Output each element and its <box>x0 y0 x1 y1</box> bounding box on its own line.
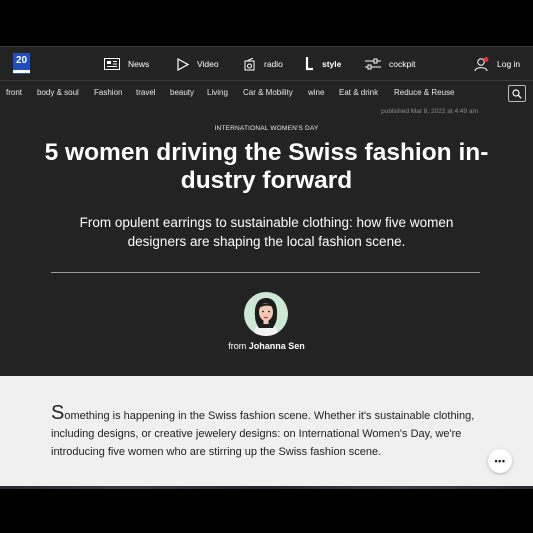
divider <box>51 272 480 273</box>
byline: from Johanna Sen <box>0 341 533 351</box>
more-options-button[interactable]: ••• <box>488 449 512 473</box>
lead-line-2: designers are shaping the local fashion … <box>127 234 406 249</box>
byline-prefix: from <box>228 341 247 351</box>
section-eat-drink[interactable]: Eat & drink <box>339 88 378 97</box>
logo-text: 20 <box>15 55 28 66</box>
article-intro: Something is happening in the Swiss fash… <box>51 403 481 461</box>
style-icon <box>305 57 313 71</box>
search-icon <box>512 88 522 99</box>
user-icon <box>474 56 489 71</box>
nav-cockpit-label: cockpit <box>389 59 416 69</box>
headline-line-1: 5 women driving the Swiss fashion in- <box>44 139 489 166</box>
more-icon: ••• <box>494 456 506 466</box>
section-reduce-reuse[interactable]: Reduce & Reuse <box>394 88 454 97</box>
author-name[interactable]: Johanna Sen <box>249 341 305 351</box>
image-preview-strip <box>0 486 533 489</box>
section-fashion[interactable]: Fashion <box>94 88 122 97</box>
intro-text: omething is happening in the Swiss fashi… <box>51 410 475 458</box>
section-navigation: front body & soul Fashion travel beauty … <box>0 80 533 104</box>
drop-cap: S <box>51 402 65 424</box>
nav-cockpit[interactable]: cockpit <box>365 47 415 81</box>
article-body: Something is happening in the Swiss fash… <box>0 376 533 486</box>
section-front[interactable]: front <box>6 88 22 97</box>
nav-radio[interactable]: radio <box>244 47 283 81</box>
section-travel[interactable]: travel <box>136 88 156 97</box>
headline-line-2: dustry forward <box>180 167 353 194</box>
article-lead: From opulent earrings to sustainable clo… <box>55 213 478 251</box>
sliders-icon <box>365 58 381 70</box>
author-portrait-icon <box>254 298 278 336</box>
notification-dot <box>483 56 489 62</box>
section-living[interactable]: Living <box>207 88 228 97</box>
article-kicker: INTERNATIONAL WOMEN'S DAY <box>214 125 319 132</box>
article-headline: 5 women driving the Swiss fashion in- du… <box>40 139 493 195</box>
section-body-soul[interactable]: body & soul <box>37 88 79 97</box>
nav-video-label: Video <box>197 59 219 69</box>
lead-line-1: From opulent earrings to sustainable clo… <box>79 215 454 230</box>
author-avatar[interactable] <box>244 292 288 336</box>
section-car-mobility[interactable]: Car & Mobility <box>243 88 293 97</box>
nav-news[interactable]: News <box>104 47 149 81</box>
site-logo[interactable]: 20 <box>13 53 30 74</box>
login-button[interactable]: Log in <box>474 47 520 81</box>
radio-icon <box>244 57 255 70</box>
nav-style-label: style <box>322 59 342 69</box>
nav-news-label: News <box>128 59 150 69</box>
nav-style[interactable]: style <box>304 47 341 81</box>
article-header: published Mar 8, 2022 at 4:49 am INTERNA… <box>0 104 533 376</box>
login-label: Log in <box>497 59 521 69</box>
newspaper-icon <box>104 58 120 70</box>
section-beauty[interactable]: beauty <box>170 88 194 97</box>
section-wine[interactable]: wine <box>308 88 324 97</box>
search-button[interactable] <box>508 85 526 102</box>
nav-radio-label: radio <box>264 59 283 69</box>
nav-video[interactable]: Video <box>177 47 219 81</box>
published-date: published Mar 8, 2022 at 4:49 am <box>381 108 478 115</box>
top-navigation-bar: 20 News Video radio style cockpit Log in <box>0 46 533 80</box>
play-icon <box>177 57 189 71</box>
